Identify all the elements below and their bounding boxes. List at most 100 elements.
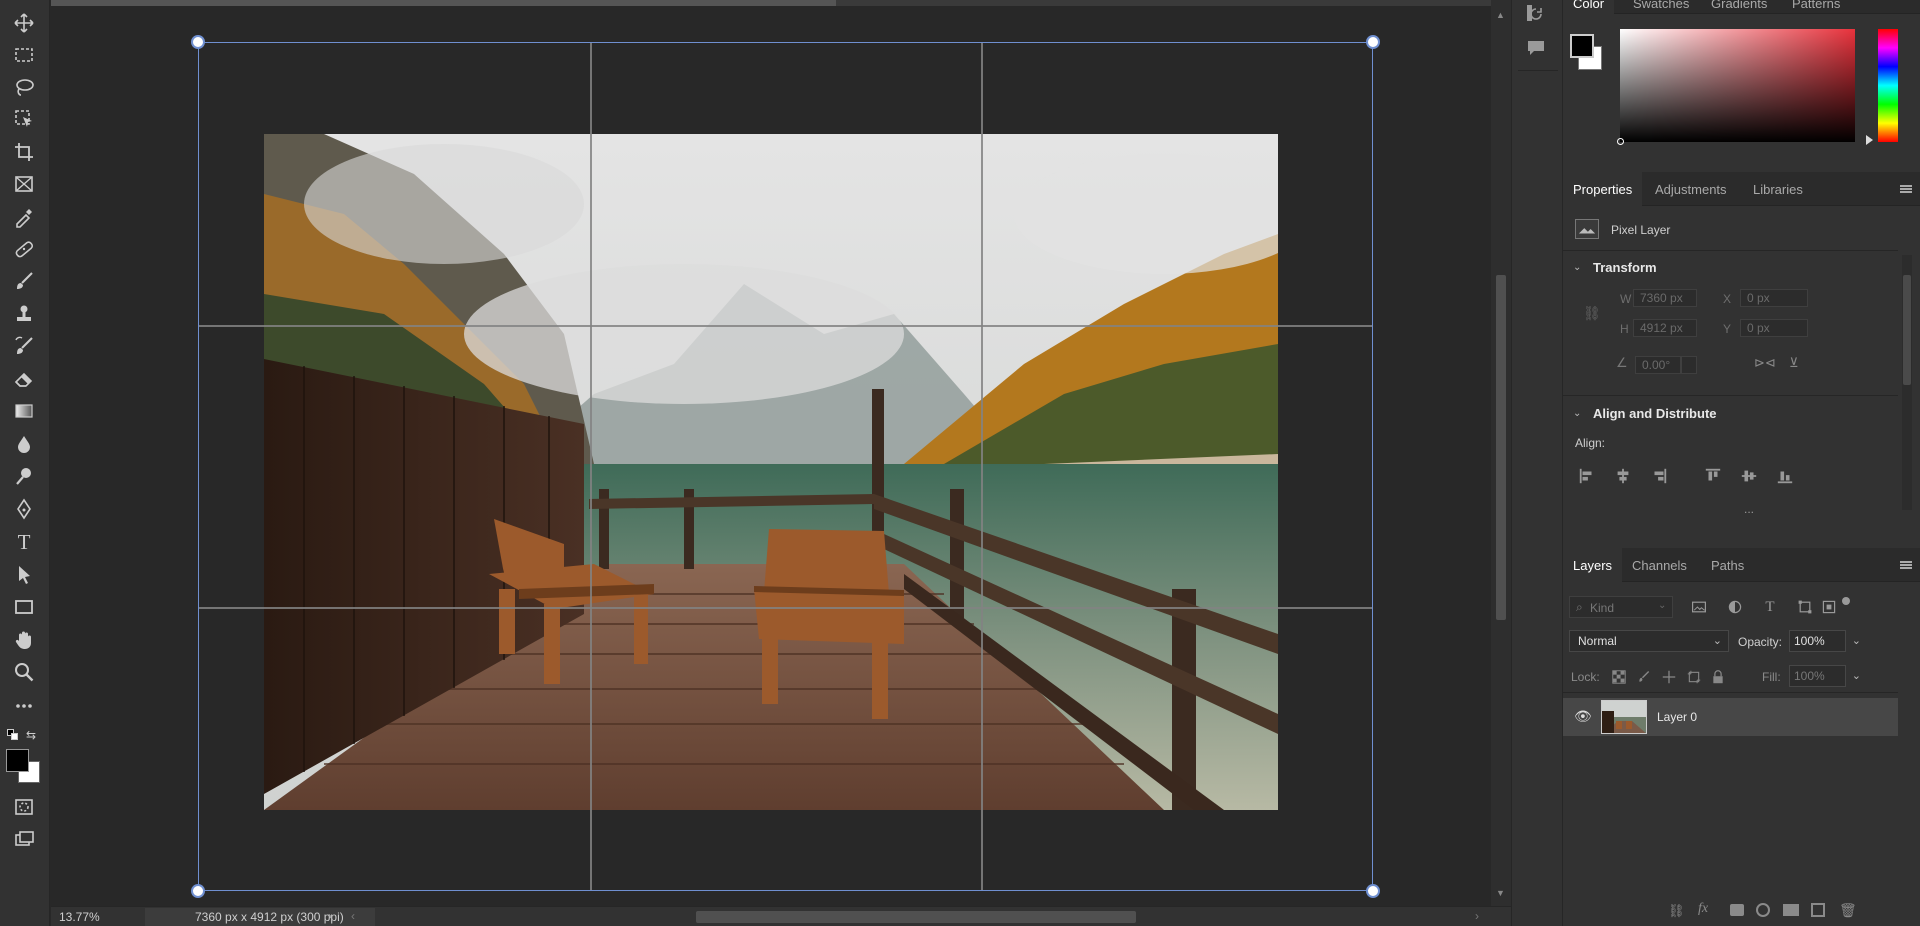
layer-name[interactable]: Layer 0	[1657, 710, 1697, 724]
vertical-scroll-thumb[interactable]	[1496, 275, 1506, 620]
hue-slider-marker[interactable]	[1866, 135, 1873, 145]
tab-gradients[interactable]: Gradients	[1701, 0, 1777, 14]
scroll-up-icon[interactable]: ▲	[1496, 10, 1505, 20]
hue-slider[interactable]	[1878, 29, 1898, 142]
tab-color[interactable]: Color	[1563, 0, 1615, 14]
object-selection-tool-button[interactable]	[9, 106, 39, 132]
tab-channels[interactable]: Channels	[1622, 548, 1697, 582]
layer-filter-dropdown[interactable]: ⌕ Kind ⌄	[1569, 596, 1673, 618]
status-menu-icon[interactable]: ›	[328, 909, 332, 923]
path-selection-tool-button[interactable]	[9, 561, 39, 587]
color-foreground-swatch[interactable]	[1570, 34, 1594, 58]
lock-position-icon[interactable]	[1660, 668, 1678, 686]
gradient-tool-button[interactable]	[9, 398, 39, 424]
eraser-tool-button[interactable]	[9, 366, 39, 392]
tab-libraries[interactable]: Libraries	[1743, 172, 1813, 206]
transform-section-title[interactable]: Transform	[1593, 260, 1657, 275]
flip-horizontal-icon[interactable]: ⊳⊲	[1754, 355, 1776, 371]
align-vertical-centers-icon[interactable]	[1739, 466, 1759, 486]
lock-transparent-pixels-icon[interactable]	[1610, 668, 1628, 686]
edit-toolbar-button[interactable]	[9, 693, 39, 719]
filter-toggle-icon[interactable]	[1842, 597, 1850, 605]
screen-mode-button[interactable]	[9, 826, 39, 852]
align-chevron-icon[interactable]: ⌄	[1573, 408, 1581, 419]
layer-row[interactable]: 👁 Layer 0	[1563, 698, 1898, 736]
align-horizontal-centers-icon[interactable]	[1613, 466, 1633, 486]
y-field[interactable]: 0 px	[1740, 319, 1808, 337]
horizontal-scroll-thumb[interactable]	[696, 911, 1136, 923]
zoom-tool-button[interactable]	[9, 659, 39, 685]
lock-image-pixels-icon[interactable]	[1635, 668, 1653, 686]
scroll-left-icon[interactable]: ‹	[351, 909, 355, 923]
quick-mask-button[interactable]	[9, 794, 39, 820]
blend-mode-dropdown[interactable]: Normal ⌄	[1569, 630, 1729, 652]
eye-icon[interactable]: 👁	[1574, 708, 1592, 725]
width-field[interactable]: 7360 px	[1633, 289, 1697, 307]
foreground-color-swatch[interactable]	[6, 749, 29, 772]
group-folder-icon[interactable]	[1783, 904, 1799, 916]
align-left-edges-icon[interactable]	[1577, 466, 1597, 486]
lock-artboard-icon[interactable]	[1685, 668, 1703, 686]
add-mask-icon[interactable]	[1730, 904, 1744, 916]
link-icon[interactable]: ⛓	[1583, 305, 1601, 322]
lasso-tool-button[interactable]	[9, 74, 39, 100]
history-brush-tool-button[interactable]	[9, 333, 39, 359]
marquee-tool-button[interactable]	[9, 42, 39, 68]
fill-field[interactable]: 100% ⌄	[1789, 665, 1861, 687]
align-section-title[interactable]: Align and Distribute	[1593, 406, 1717, 421]
filter-adjustment-icon[interactable]	[1725, 597, 1745, 617]
filter-shape-icon[interactable]	[1795, 597, 1815, 617]
brush-tool-button[interactable]	[9, 268, 39, 294]
new-layer-icon[interactable]	[1811, 903, 1825, 917]
more-options-icon[interactable]: ...	[1744, 502, 1754, 516]
clone-stamp-tool-button[interactable]	[9, 301, 39, 327]
angle-field[interactable]: 0.00°	[1635, 356, 1681, 374]
rectangle-tool-button[interactable]	[9, 594, 39, 620]
align-right-edges-icon[interactable]	[1649, 466, 1669, 486]
default-colors-icon[interactable]	[7, 729, 19, 741]
filter-smart-object-icon[interactable]	[1819, 597, 1839, 617]
tab-patterns[interactable]: Patterns	[1782, 0, 1850, 14]
transform-chevron-icon[interactable]: ⌄	[1573, 262, 1581, 273]
height-field[interactable]: 4912 px	[1633, 319, 1697, 337]
swap-colors-icon[interactable]: ⇆	[26, 728, 36, 742]
opacity-field[interactable]: 100% ⌄	[1789, 630, 1861, 652]
trash-icon[interactable]: 🗑	[1839, 902, 1857, 919]
angle-dropdown[interactable]	[1681, 356, 1697, 374]
crop-tool-button[interactable]	[9, 139, 39, 165]
tab-layers[interactable]: Layers	[1563, 548, 1623, 582]
eyedropper-tool-button[interactable]	[9, 204, 39, 230]
tab-properties[interactable]: Properties	[1563, 172, 1643, 206]
document-info[interactable]: 7360 px x 4912 px (300 ppi)	[145, 908, 375, 926]
move-tool-button[interactable]	[9, 10, 39, 36]
lock-all-icon[interactable]	[1709, 668, 1727, 686]
adjustment-layer-icon[interactable]	[1756, 903, 1770, 917]
properties-scrollbar[interactable]	[1902, 255, 1912, 510]
comments-panel-button[interactable]	[1524, 38, 1548, 58]
properties-menu-icon[interactable]	[1900, 185, 1912, 193]
healing-brush-tool-button[interactable]	[9, 236, 39, 262]
scroll-right-icon[interactable]: ›	[1475, 909, 1479, 923]
tab-swatches[interactable]: Swatches	[1623, 0, 1699, 14]
filter-type-icon[interactable]: T	[1760, 597, 1780, 617]
frame-tool-button[interactable]	[9, 171, 39, 197]
scroll-down-icon[interactable]: ▼	[1496, 888, 1505, 898]
color-field[interactable]	[1617, 29, 1855, 145]
x-field[interactable]: 0 px	[1740, 289, 1808, 307]
filter-pixel-icon[interactable]	[1689, 597, 1709, 617]
hand-tool-button[interactable]	[9, 627, 39, 653]
align-bottom-edges-icon[interactable]	[1775, 466, 1795, 486]
zoom-level[interactable]: 13.77%	[59, 910, 100, 924]
layers-menu-icon[interactable]	[1900, 561, 1912, 569]
history-panel-button[interactable]	[1524, 3, 1548, 23]
pen-tool-button[interactable]	[9, 496, 39, 522]
blur-tool-button[interactable]	[9, 431, 39, 457]
type-tool-button[interactable]: T	[9, 529, 39, 555]
flip-vertical-icon[interactable]: ⊻	[1789, 355, 1799, 371]
tab-paths[interactable]: Paths	[1701, 548, 1754, 582]
layer-style-icon[interactable]: fx	[1698, 901, 1708, 917]
vertical-scrollbar[interactable]: ▲ ▼	[1491, 0, 1511, 906]
tab-adjustments[interactable]: Adjustments	[1645, 172, 1737, 206]
link-layers-icon[interactable]: ⛓	[1668, 903, 1685, 919]
align-top-edges-icon[interactable]	[1703, 466, 1723, 486]
